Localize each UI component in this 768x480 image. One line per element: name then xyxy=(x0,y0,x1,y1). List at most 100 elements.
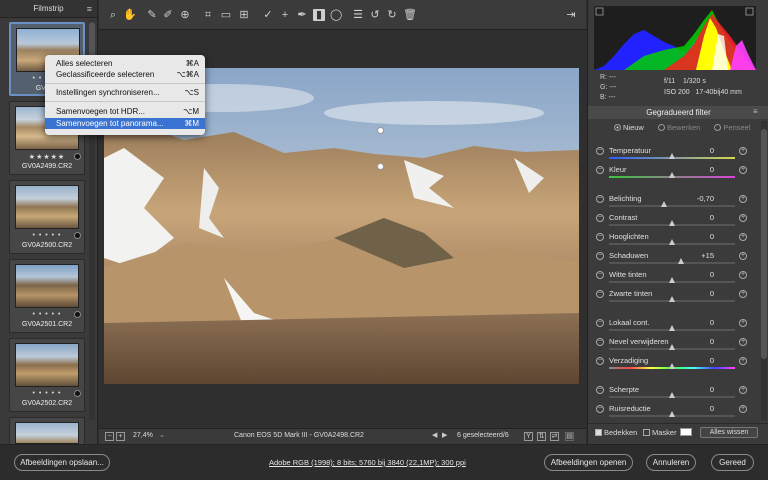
slider-handle[interactable] xyxy=(669,392,675,398)
rating-stars[interactable]: • • • • • xyxy=(10,311,84,318)
slider-handle[interactable] xyxy=(669,363,675,369)
slider-decrease-icon[interactable]: − xyxy=(596,338,604,346)
color-sampler-icon[interactable]: ✐ xyxy=(162,9,174,21)
mode-edit[interactable]: Bewerken xyxy=(657,123,700,132)
scrollbar-thumb[interactable] xyxy=(761,129,767,359)
slider-increase-icon[interactable]: + xyxy=(739,319,747,327)
preferences-icon[interactable]: ☰ xyxy=(352,9,364,21)
slider-increase-icon[interactable]: + xyxy=(739,338,747,346)
graduated-filter-icon[interactable]: ▮ xyxy=(313,9,325,21)
filmstrip-menu-icon[interactable]: ≡ xyxy=(87,4,92,14)
toggle-settings-icon[interactable]: ▤ xyxy=(565,432,574,441)
panel-menu-icon[interactable]: ≡ xyxy=(753,107,758,116)
spot-removal-icon[interactable]: ✓ xyxy=(262,9,274,21)
slider-increase-icon[interactable]: + xyxy=(739,405,747,413)
slider-decrease-icon[interactable]: − xyxy=(596,214,604,222)
slider-value[interactable]: 0 xyxy=(684,232,714,241)
menu-item-sync-settings[interactable]: Instellingen synchroniseren... ⌥S xyxy=(45,87,205,98)
mask-color-swatch[interactable] xyxy=(680,428,692,436)
slider-value[interactable]: 0 xyxy=(684,318,714,327)
slider-handle[interactable] xyxy=(669,153,675,159)
slider-increase-icon[interactable]: + xyxy=(739,357,747,365)
menu-item-merge-panorama[interactable]: Samenvoegen tot panorama... ⌘M xyxy=(45,118,205,129)
white-balance-icon[interactable]: ✎ xyxy=(146,9,158,21)
mode-brush[interactable]: Penseel xyxy=(714,123,751,132)
slider-increase-icon[interactable]: + xyxy=(739,252,747,260)
slider-increase-icon[interactable]: + xyxy=(739,290,747,298)
zoom-in-icon[interactable]: + xyxy=(116,432,125,441)
fullscreen-icon[interactable]: ⇥ xyxy=(565,9,577,21)
slider-handle[interactable] xyxy=(669,239,675,245)
rotate-left-icon[interactable]: ↺ xyxy=(369,9,381,21)
zoom-out-icon[interactable]: − xyxy=(105,432,114,441)
slider-value[interactable]: 0 xyxy=(684,213,714,222)
slider-decrease-icon[interactable]: − xyxy=(596,386,604,394)
zoom-dropdown-icon[interactable]: ⌄ xyxy=(159,431,165,439)
red-eye-icon[interactable]: + xyxy=(279,9,291,21)
target-adjust-icon[interactable]: ⊕ xyxy=(179,9,191,21)
slider-increase-icon[interactable]: + xyxy=(739,214,747,222)
slider-decrease-icon[interactable]: − xyxy=(596,357,604,365)
panel-scrollbar[interactable] xyxy=(761,121,767,421)
slider-value[interactable]: 0 xyxy=(684,404,714,413)
cancel-button[interactable]: Annuleren xyxy=(646,454,696,471)
slider-value[interactable]: 0 xyxy=(684,165,714,174)
filmstrip-thumb[interactable]: • • • • • GV0A2502.CR2 xyxy=(9,338,85,412)
trash-icon[interactable]: 🗑 xyxy=(403,9,417,21)
slider-decrease-icon[interactable]: − xyxy=(596,319,604,327)
slider-track[interactable] xyxy=(609,205,735,207)
mode-new[interactable]: Nieuw xyxy=(614,123,644,132)
done-button[interactable]: Gereed xyxy=(711,454,754,471)
filmstrip-thumb[interactable] xyxy=(9,417,85,444)
next-image-icon[interactable]: ▶ xyxy=(442,431,447,439)
mask-checkbox[interactable]: Masker xyxy=(643,428,677,437)
slider-handle[interactable] xyxy=(669,296,675,302)
slider-handle[interactable] xyxy=(669,411,675,417)
filmstrip-thumb[interactable]: • • • • • GV0A2501.CR2 xyxy=(9,259,85,333)
graduated-filter-pin-bottom[interactable] xyxy=(377,163,384,170)
slider-decrease-icon[interactable]: − xyxy=(596,195,604,203)
save-images-button[interactable]: Afbeeldingen opslaan... xyxy=(14,454,110,471)
slider-increase-icon[interactable]: + xyxy=(739,195,747,203)
slider-value[interactable]: -0,70 xyxy=(684,194,714,203)
slider-value[interactable]: 0 xyxy=(684,270,714,279)
adjustment-brush-icon[interactable]: ✒ xyxy=(296,9,308,21)
slider-handle[interactable] xyxy=(669,220,675,226)
slider-handle[interactable] xyxy=(669,172,675,178)
slider-handle[interactable] xyxy=(669,277,675,283)
hand-icon[interactable]: ✋ xyxy=(123,9,137,21)
workflow-options-link[interactable]: Adobe RGB (1998); 8 bits; 5760 bij 3840 … xyxy=(269,458,466,467)
slider-increase-icon[interactable]: + xyxy=(739,271,747,279)
slider-handle[interactable] xyxy=(661,201,668,207)
slider-handle[interactable] xyxy=(669,344,675,350)
slider-decrease-icon[interactable]: − xyxy=(596,233,604,241)
slider-decrease-icon[interactable]: − xyxy=(596,290,604,298)
menu-item-select-rated[interactable]: Geclassificeerde selecteren ⌥⌘A xyxy=(45,69,205,80)
previous-image-icon[interactable]: ◀ xyxy=(432,431,437,439)
menu-item-select-all[interactable]: Alles selecteren ⌘A xyxy=(45,58,205,69)
menu-item-merge-hdr[interactable]: Samenvoegen tot HDR... ⌥M xyxy=(45,106,205,117)
rating-stars[interactable]: ★★★★★ xyxy=(10,153,84,161)
slider-decrease-icon[interactable]: − xyxy=(596,147,604,155)
slider-increase-icon[interactable]: + xyxy=(739,147,747,155)
slider-increase-icon[interactable]: + xyxy=(739,166,747,174)
clear-all-button[interactable]: Alles wissen xyxy=(700,427,758,438)
crop-icon[interactable]: ⌗ xyxy=(202,9,214,21)
slider-value[interactable]: 0 xyxy=(684,337,714,346)
straighten-icon[interactable]: ▭ xyxy=(220,9,232,21)
slider-handle[interactable] xyxy=(669,325,675,331)
slider-decrease-icon[interactable]: − xyxy=(596,271,604,279)
swap-settings-icon[interactable]: ⇅ xyxy=(537,432,546,441)
rating-stars[interactable]: • • • • • xyxy=(10,232,84,239)
copy-settings-icon[interactable]: ⇄ xyxy=(550,432,559,441)
slider-value[interactable]: 0 xyxy=(684,289,714,298)
open-images-button[interactable]: Afbeeldingen openen xyxy=(544,454,633,471)
before-after-button[interactable]: Y xyxy=(524,432,533,441)
graduated-filter-pin-top[interactable] xyxy=(377,127,384,134)
slider-value[interactable]: 0 xyxy=(684,385,714,394)
slider-decrease-icon[interactable]: − xyxy=(596,405,604,413)
slider-decrease-icon[interactable]: − xyxy=(596,252,604,260)
filmstrip-thumb[interactable]: • • • • • GV0A2500.CR2 xyxy=(9,180,85,254)
radial-filter-icon[interactable]: ◯ xyxy=(330,9,342,21)
slider-handle[interactable] xyxy=(677,258,684,264)
